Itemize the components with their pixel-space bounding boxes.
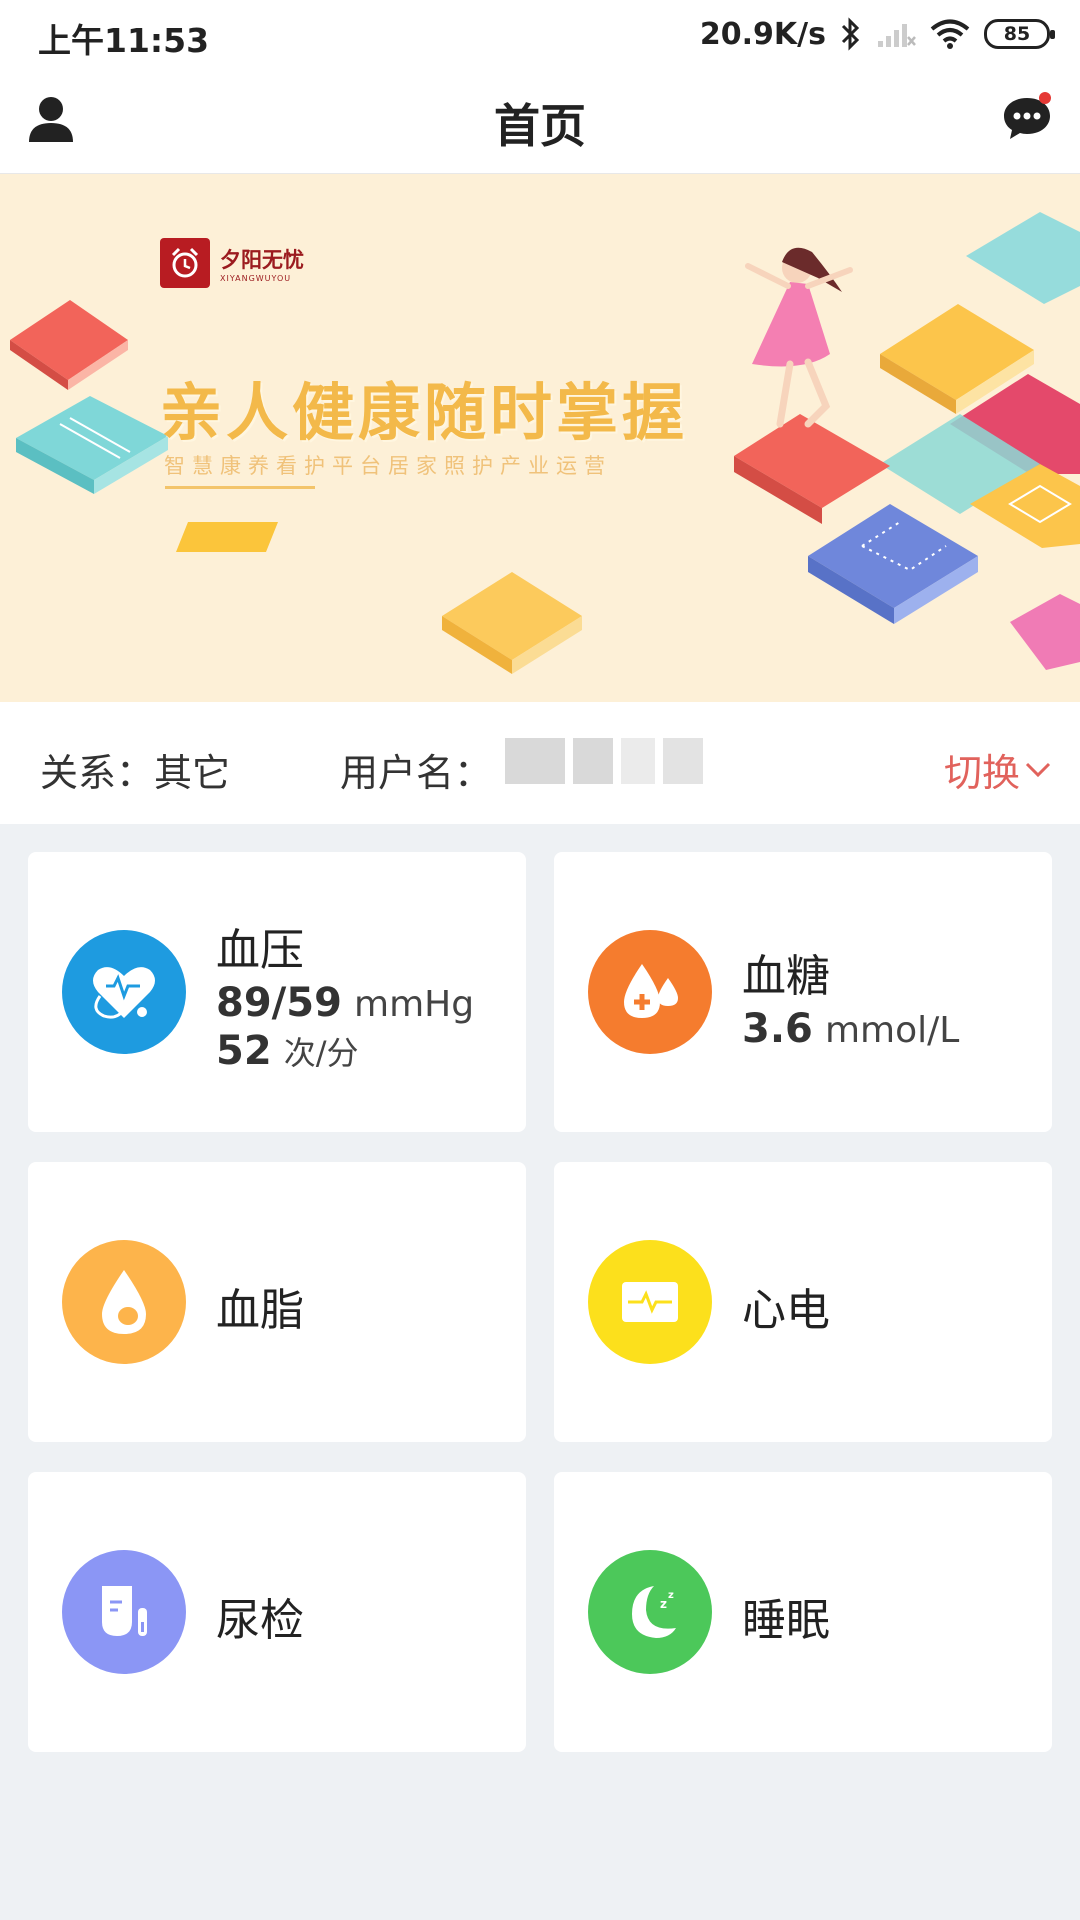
logo-subtitle: XIYANGWUYOU [220,273,292,283]
card-title: 心电 [742,1285,830,1336]
card-title: 血脂 [216,1285,304,1336]
blood-pressure-icon [62,930,186,1054]
wifi-icon [930,18,970,50]
card-sleep[interactable]: zz 睡眠 [554,1472,1052,1752]
card-blood-lipid[interactable]: 血脂 [28,1162,526,1442]
promo-banner[interactable]: 夕阳无忧 XIYANGWUYOU 亲人健康随时掌握 智慧康养看护平台居家照护产业… [0,174,1080,702]
chevron-down-icon [1025,762,1051,777]
svg-text:z: z [668,1590,674,1601]
brand-logo: 夕阳无忧 XIYANGWUYOU [160,238,304,288]
svg-text:z: z [660,1597,667,1611]
card-blood-pressure[interactable]: 血压 89/59 mmHg 52 次/分 [28,852,526,1132]
card-title: 睡眠 [742,1595,830,1646]
blood-pressure-unit: mmHg [354,984,475,1025]
blood-sugar-icon [588,930,712,1054]
card-title: 血糖 [742,951,830,1002]
sleep-icon: zz [588,1550,712,1674]
username-label: 用户名： [340,751,493,795]
status-bar: 上午11:53 20.9K/s 85 [0,0,1080,66]
switch-label: 切换 [943,751,1020,795]
bluetooth-icon [840,17,862,51]
ecg-icon [588,1240,712,1364]
message-button[interactable] [1000,90,1054,144]
relation-label: 关系：其它 [40,751,231,795]
card-urine-test[interactable]: 尿检 [28,1472,526,1752]
cellular-signal-icon [876,19,916,49]
blood-pressure-value: 89/59 [216,980,342,1026]
heart-rate-value: 52 [216,1028,272,1074]
relation-bar: 关系：其它 用户名： 切换 [0,702,1080,824]
card-title: 尿检 [216,1595,304,1646]
blood-sugar-unit: mmol/L [824,1010,960,1051]
blood-sugar-value: 3.6 [742,1006,813,1052]
banner-underline [165,486,315,489]
chat-bubble-icon [1004,92,1051,139]
username-value-redacted [505,738,705,788]
app-header: 首页 [0,66,1080,174]
card-blood-sugar[interactable]: 血糖 3.6 mmol/L [554,852,1052,1132]
status-right: 20.9K/s 85 [699,12,1055,56]
blood-lipid-icon [62,1240,186,1364]
logo-mark-icon [160,238,210,288]
page-title: 首页 [494,99,586,153]
heart-rate-unit: 次/分 [283,1034,359,1072]
card-title: 血压 [216,925,304,976]
banner-headline: 亲人健康随时掌握 [160,376,689,449]
network-speed: 20.9K/s [699,16,826,52]
battery-indicator: 85 [984,19,1055,49]
urine-test-icon [62,1550,186,1674]
switch-user-button[interactable]: 切换 [944,742,1052,797]
logo-name: 夕阳无忧 [220,246,304,272]
card-ecg[interactable]: 心电 [554,1162,1052,1442]
banner-subline: 智慧康养看护平台居家照护产业运营 [164,454,612,478]
status-time: 上午11:53 [38,21,210,60]
